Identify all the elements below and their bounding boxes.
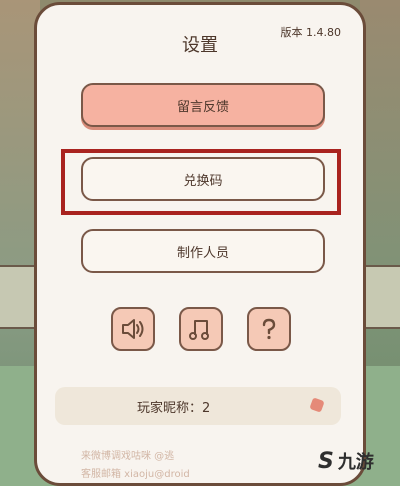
music-toggle-button[interactable] xyxy=(179,307,223,351)
music-icon xyxy=(189,320,209,340)
credits-button[interactable]: 制作人员 xyxy=(81,229,325,273)
edit-icon[interactable] xyxy=(309,397,325,413)
help-icon xyxy=(262,318,276,340)
weibo-footer-text: 来微博调戏咕咪 @逃 xyxy=(81,451,175,462)
email-footer-text: 客服邮箱 xiaoju@droid xyxy=(81,469,190,480)
background-window-right xyxy=(360,265,400,329)
watermark-text: 九游 xyxy=(337,452,374,473)
redeem-code-button[interactable]: 兑换码 xyxy=(81,157,325,201)
watermark: S 九游 xyxy=(318,448,374,474)
feedback-button[interactable]: 留言反馈 xyxy=(81,83,325,127)
feedback-button-label: 留言反馈 xyxy=(176,99,229,115)
watermark-logo-icon: S xyxy=(318,448,334,474)
sound-icon xyxy=(122,319,144,339)
nickname-label: 玩家昵称：2 xyxy=(137,400,211,416)
nickname-field[interactable]: 玩家昵称：2 xyxy=(55,387,341,425)
help-button[interactable] xyxy=(247,307,291,351)
credits-button-label: 制作人员 xyxy=(176,245,229,261)
settings-dialog: 设置 版本 1.4.80 留言反馈 兑换码 制作人员 玩家昵称：2 来微博调戏咕… xyxy=(34,2,366,486)
sound-toggle-button[interactable] xyxy=(111,307,155,351)
version-label: 版本 1.4.80 xyxy=(280,26,341,39)
redeem-code-button-label: 兑换码 xyxy=(183,173,223,189)
